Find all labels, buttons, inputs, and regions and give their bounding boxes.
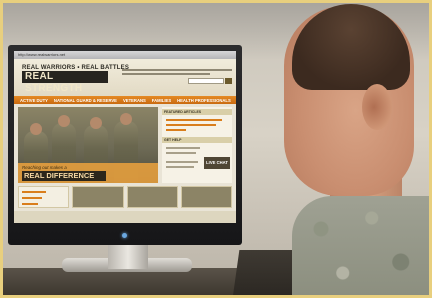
hero-banner: Reaching out makes a REAL DIFFERENCE (18, 163, 158, 183)
nav-item-health-professionals: HEALTH PROFESSIONALS (177, 97, 231, 103)
sidebar-text (166, 166, 194, 168)
thumbnail-image (126, 186, 178, 208)
site-footer (14, 211, 236, 223)
ear (362, 84, 392, 130)
site-logo: REAL STRENGTH (22, 71, 108, 94)
monitor-stand (108, 245, 148, 269)
sidebar-text (166, 147, 200, 149)
photo-frame: http://www.realwarriors.net REAL WARRIOR… (0, 0, 432, 298)
computer-monitor: http://www.realwarriors.net REAL WARRIOR… (8, 45, 242, 245)
browser-address-bar: http://www.realwarriors.net (14, 51, 236, 59)
sidebar-title-help: GET HELP (162, 137, 232, 143)
camouflage-uniform (292, 196, 432, 298)
hero-caption: Reaching out makes a (22, 165, 67, 170)
sidebar-link (166, 119, 222, 121)
site-sidebar: FEATURED ARTICLES GET HELP LIVE CHAT (162, 107, 232, 183)
header-links (122, 67, 232, 77)
thumbnail-image (72, 186, 124, 208)
sidebar-text (166, 152, 196, 154)
nav-item-families: FAMILIES (151, 97, 172, 103)
thumbnail-list (18, 186, 70, 208)
sidebar-link (166, 124, 216, 126)
soldier-viewer (270, 0, 432, 298)
nav-item-veterans: VETERANS (122, 97, 146, 103)
power-light-icon (122, 233, 127, 238)
hero-headline: REAL DIFFERENCE (22, 171, 106, 181)
nav-item-guard-reserve: NATIONAL GUARD & RESERVE (53, 97, 117, 103)
content-thumbnails (18, 186, 232, 208)
sidebar-title: FEATURED ARTICLES (162, 109, 232, 115)
site-nav: ACTIVE DUTY NATIONAL GUARD & RESERVE VET… (14, 96, 236, 104)
site-search-input (188, 78, 224, 84)
sidebar-text (166, 161, 198, 163)
monitor-screen: http://www.realwarriors.net REAL WARRIOR… (14, 51, 236, 223)
site-search-button (225, 78, 232, 84)
hero-image: Reaching out makes a REAL DIFFERENCE (18, 107, 158, 183)
nav-item-active-duty: ACTIVE DUTY (20, 97, 48, 103)
sidebar-link (166, 129, 186, 131)
thumbnail-image (180, 186, 232, 208)
live-chat-button: LIVE CHAT (204, 157, 230, 169)
